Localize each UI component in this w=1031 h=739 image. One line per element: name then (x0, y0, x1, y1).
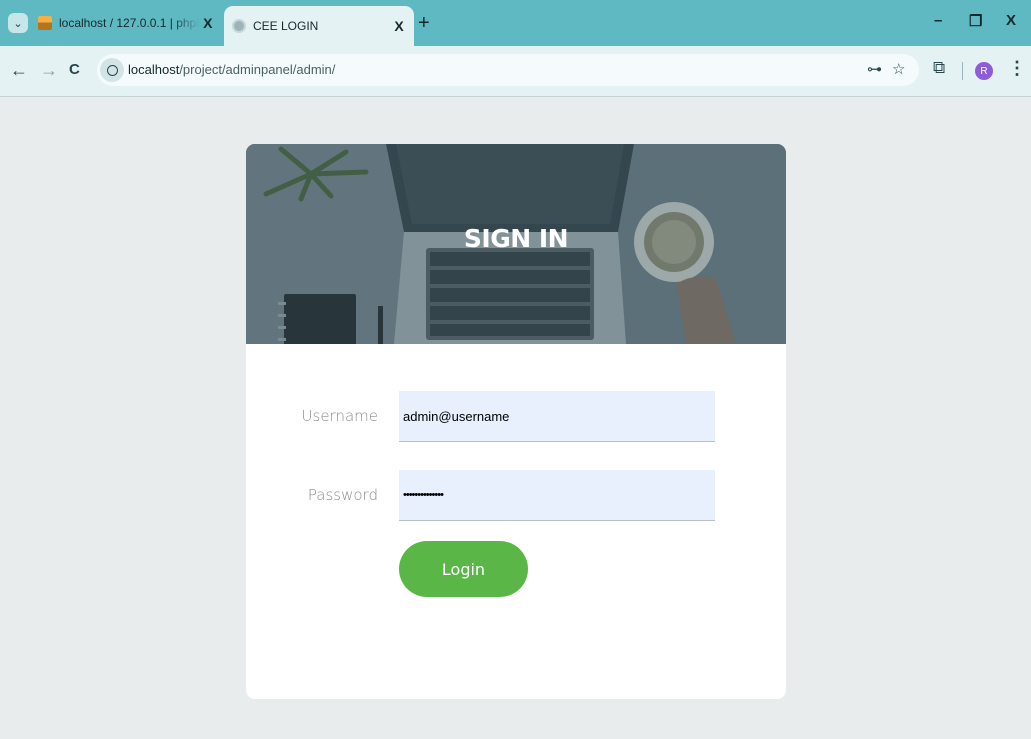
url-host: localhost (128, 62, 180, 77)
username-row: Username (246, 391, 786, 442)
browser-toolbar: ← → C localhost/project/adminpanel/admin… (0, 46, 1031, 97)
tab-close-button[interactable]: X (200, 15, 217, 31)
star-icon[interactable]: ☆ (892, 60, 905, 78)
password-row: Password (246, 470, 786, 521)
tab-close-button[interactable]: X (388, 18, 410, 34)
password-label: Password (307, 486, 378, 504)
hero-banner: SIGN IN (246, 144, 786, 344)
info-icon (106, 64, 118, 76)
tab-title: localhost / 127.0.0.1 | phpMyAdmin (59, 16, 200, 30)
globe-icon (232, 19, 246, 33)
back-button[interactable]: ← (10, 60, 28, 80)
new-tab-button[interactable]: + (418, 12, 430, 35)
reload-button[interactable]: C (69, 60, 80, 80)
login-button[interactable]: Login (399, 541, 528, 597)
site-info-button[interactable] (100, 58, 124, 82)
browser-menu-button[interactable]: ⋮ (1008, 58, 1026, 79)
tab-search-button[interactable]: ⌄ (8, 13, 28, 33)
phpmyadmin-icon (38, 16, 52, 30)
url-text[interactable]: localhost/project/adminpanel/admin/ (128, 62, 335, 77)
username-input[interactable] (399, 391, 715, 442)
username-label: Username (301, 407, 378, 425)
browser-tab-strip: ⌄ localhost / 127.0.0.1 | phpMyAdmin X C… (0, 0, 1031, 46)
minimize-button[interactable]: – (934, 12, 942, 29)
chevron-down-icon: ⌄ (13, 17, 23, 30)
tab-title: CEE LOGIN (253, 19, 319, 33)
extensions-icon[interactable]: ⧉ (933, 58, 945, 78)
window-close-button[interactable]: X (1006, 12, 1016, 29)
tab-phpmyadmin[interactable]: localhost / 127.0.0.1 | phpMyAdmin X (32, 0, 220, 46)
forward-button[interactable]: → (40, 60, 58, 80)
login-card: SIGN IN Username Password Login (246, 144, 786, 699)
restore-button[interactable]: ❐ (969, 12, 982, 30)
key-icon[interactable]: ⊶ (867, 60, 882, 78)
sign-in-heading: SIGN IN (463, 224, 569, 253)
url-path: /project/adminpanel/admin/ (179, 62, 336, 77)
profile-avatar[interactable]: R (975, 62, 993, 80)
toolbar-divider (962, 62, 963, 80)
address-bar[interactable]: localhost/project/adminpanel/admin/ ⊶ ☆ (97, 54, 919, 86)
tab-cee-login[interactable]: CEE LOGIN X (224, 6, 414, 46)
password-input[interactable] (399, 470, 715, 521)
